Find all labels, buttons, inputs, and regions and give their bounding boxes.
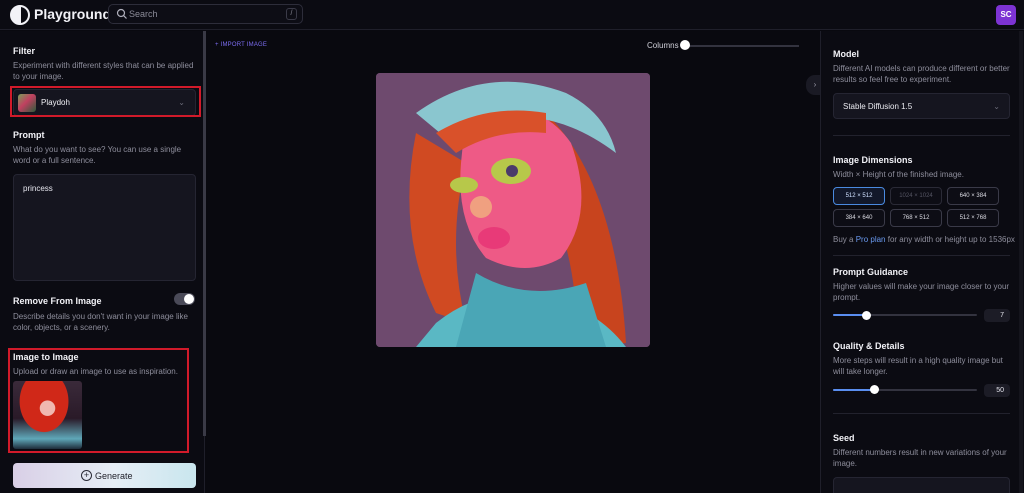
filter-highlight-box	[10, 86, 201, 117]
right-panel-scrollbar[interactable]	[1019, 31, 1023, 493]
filter-title: Filter	[13, 46, 36, 56]
quality-slider-fill	[833, 389, 875, 391]
toggle-knob	[184, 294, 194, 304]
seed-input[interactable]	[833, 477, 1010, 493]
quality-desc: More steps will result in a high quality…	[833, 356, 1003, 376]
dimension-option-640x384[interactable]: 640 × 384	[947, 187, 999, 205]
dimension-option-512x768[interactable]: 512 × 768	[947, 209, 999, 227]
section-divider	[833, 413, 1010, 414]
search-input[interactable]	[129, 7, 279, 21]
top-bar: Playground / SC	[0, 0, 1024, 30]
dimension-option-384x640[interactable]: 384 × 640	[833, 209, 885, 227]
img2img-highlight-box	[8, 348, 189, 453]
import-image-link[interactable]: + IMPORT IMAGE	[215, 42, 267, 48]
guidance-value[interactable]: 7	[984, 309, 1010, 322]
dimension-option-1024x1024[interactable]: 1024 × 1024	[890, 187, 942, 205]
pro-plan-link[interactable]: Pro plan	[856, 235, 886, 244]
seed-desc: Different numbers result in new variatio…	[833, 448, 1007, 468]
columns-label: Columns	[647, 41, 679, 50]
guidance-slider-knob[interactable]	[862, 311, 871, 320]
search-icon	[116, 8, 127, 19]
dimensions-desc: Width × Height of the finished image.	[833, 170, 964, 179]
prompt-title: Prompt	[13, 130, 45, 140]
generate-button[interactable]: + Generate	[13, 463, 196, 488]
generate-label: Generate	[95, 471, 133, 481]
filter-desc: Experiment with different styles that ca…	[13, 61, 194, 81]
columns-slider-track[interactable]	[684, 45, 799, 47]
plus-circle-icon: +	[81, 470, 92, 481]
remove-toggle[interactable]	[174, 293, 195, 305]
quality-title: Quality & Details	[833, 341, 905, 351]
remove-desc: Describe details you don't want in your …	[13, 312, 188, 332]
quality-value[interactable]: 50	[984, 384, 1010, 397]
model-desc: Different AI models can produce differen…	[833, 64, 1010, 84]
generated-image[interactable]	[376, 73, 650, 347]
section-divider	[833, 135, 1010, 136]
columns-slider-knob[interactable]	[680, 40, 690, 50]
seed-title: Seed	[833, 433, 855, 443]
dimensions-title: Image Dimensions	[833, 155, 913, 165]
pro-prefix: Buy a	[833, 235, 854, 244]
pro-suffix: for any width or height up to 1536px	[887, 235, 1015, 244]
dimension-option-512x512[interactable]: 512 × 512	[833, 187, 885, 205]
pro-plan-note: Buy a Pro plan for any width or height u…	[833, 235, 1015, 244]
brand-name[interactable]: Playground	[34, 6, 111, 22]
dimension-option-768x512[interactable]: 768 × 512	[890, 209, 942, 227]
remove-title: Remove From Image	[13, 296, 102, 306]
user-avatar[interactable]: SC	[996, 5, 1016, 25]
model-title: Model	[833, 49, 859, 59]
section-divider	[833, 255, 1010, 256]
prompt-textarea[interactable]: princess	[13, 174, 196, 281]
playdoh-princess-illustration	[376, 73, 650, 347]
chevron-down-icon: ⌄	[993, 102, 1000, 111]
model-selected-value: Stable Diffusion 1.5	[843, 102, 913, 111]
search-box[interactable]: /	[108, 4, 303, 24]
playground-logo-icon[interactable]	[10, 5, 30, 25]
prompt-desc: What do you want to see? You can use a s…	[13, 145, 182, 165]
quality-slider-knob[interactable]	[870, 385, 879, 394]
guidance-desc: Higher values will make your image close…	[833, 282, 1010, 302]
search-shortcut-badge: /	[286, 8, 297, 20]
prompt-text: princess	[23, 184, 53, 193]
guidance-title: Prompt Guidance	[833, 267, 909, 277]
model-dropdown[interactable]: Stable Diffusion 1.5 ⌄	[833, 93, 1010, 119]
